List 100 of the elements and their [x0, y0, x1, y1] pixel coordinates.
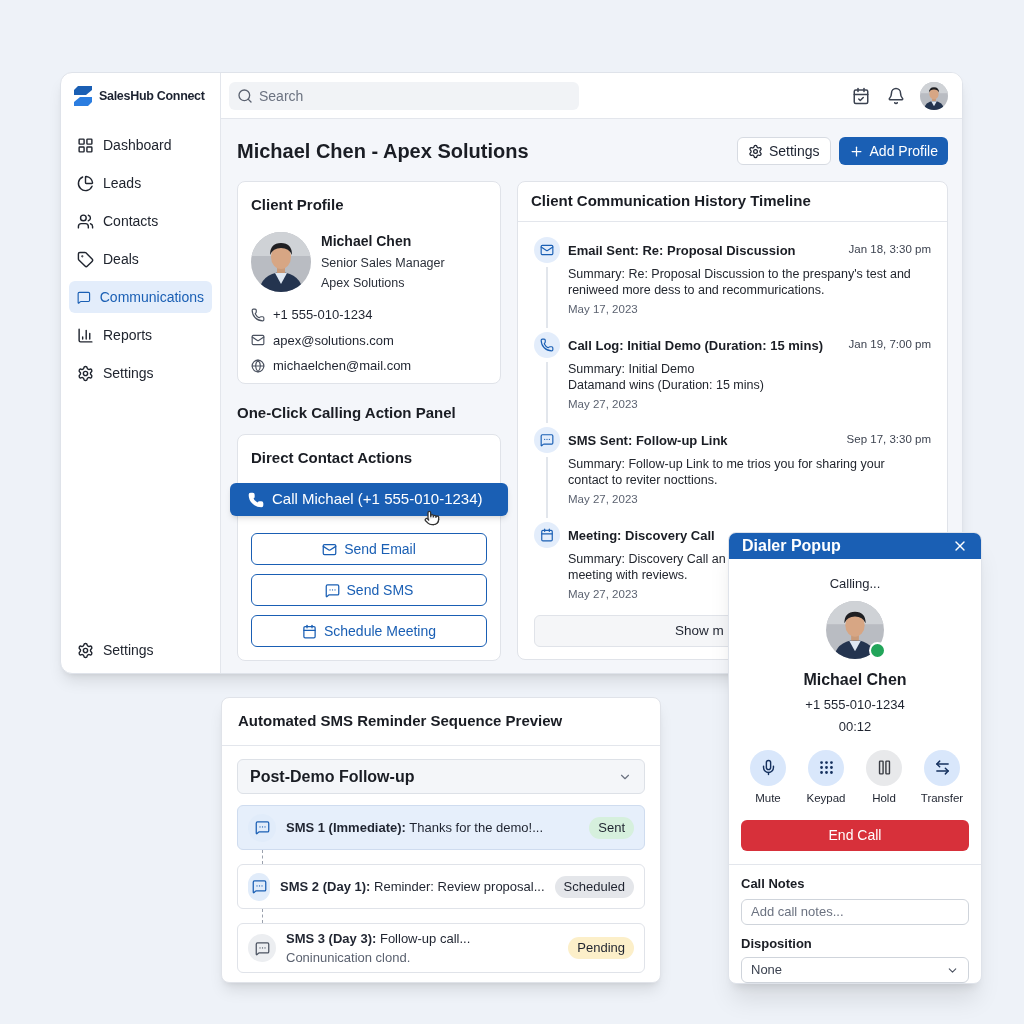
sidebar-item[interactable]: Communications: [69, 281, 212, 313]
call-control-button[interactable]: [808, 749, 844, 786]
timeline-title: Meeting: Discovery Call: [568, 527, 715, 545]
sidebar-item[interactable]: Settings: [69, 357, 212, 389]
add-profile-button[interactable]: Add Profile: [838, 137, 948, 165]
sms-step-row[interactable]: SMS 1 (Immediate): Thanks for the demo!... Sent: [237, 805, 645, 850]
action-button[interactable]: Send Email: [251, 533, 487, 565]
sidebar-item[interactable]: Leads: [69, 167, 212, 199]
timeline-time: Sep 17, 3:30 pm: [846, 432, 931, 447]
chat-icon: [254, 820, 270, 835]
logo-icon: [72, 84, 94, 108]
calendar-icon[interactable]: [852, 86, 870, 105]
chat-icon: [251, 879, 267, 894]
call-timer: 00:12: [838, 718, 872, 737]
action-button[interactable]: Schedule Meeting: [251, 615, 487, 647]
sms-step-subtext: Coninunication clond.: [286, 949, 412, 967]
keypad-icon: [817, 759, 835, 777]
control-label: Hold: [872, 790, 896, 806]
timeline-title: Email Sent: Re: Proposal Discussion: [568, 242, 796, 260]
search-field[interactable]: Search: [229, 81, 579, 110]
timeline-title: Call Log: Initial Demo (Duration: 15 mins): [568, 337, 823, 355]
contact-detail: +1 555-010-1234: [273, 306, 373, 324]
action-button[interactable]: Send SMS: [251, 574, 487, 606]
contact-role: Senior Sales Manager: [321, 254, 445, 272]
phone-icon: [251, 307, 265, 322]
contact-detail: apex@solutions.com: [273, 331, 394, 350]
timeline-summary: Summary: Follow-up Link to me trios you for sharing your contact to reviter nocttions.: [568, 455, 885, 488]
sms-step-text: SMS 3 (Day 3): Follow-up call...: [286, 929, 472, 948]
disposition-select[interactable]: None: [741, 957, 969, 983]
users-icon: [77, 212, 94, 230]
call-control-button[interactable]: [866, 749, 902, 786]
cursor-icon: [424, 509, 440, 527]
notification-icon[interactable]: [887, 86, 905, 105]
calendar-icon: [301, 623, 317, 639]
search-icon: [237, 87, 253, 104]
plus-icon: [848, 143, 864, 159]
mail-icon: [251, 333, 265, 348]
field-label: Disposition: [741, 934, 813, 953]
settings-icon: [77, 641, 94, 659]
dialer-title: Dialer Popup: [742, 536, 841, 557]
chat-icon: [324, 582, 340, 598]
timeline-summary: Summary: Re: Proposal Discussion to the prespany's test and reniweed more dess to and recommurications.: [568, 265, 911, 298]
call-control-button[interactable]: [924, 749, 960, 786]
timeline-date: May 27, 2023: [568, 491, 639, 507]
call-status: Calling...: [829, 575, 881, 594]
timeline-title: SMS Sent: Follow-up Link: [568, 432, 728, 450]
contact-company: Apex Solutions: [321, 275, 406, 293]
sidebar-item[interactable]: Settings: [69, 634, 212, 666]
phone-icon: [540, 338, 554, 352]
caller-phone: +1 555-010-1234: [805, 695, 905, 714]
sidebar-item[interactable]: Reports: [69, 319, 212, 351]
sidebar-item[interactable]: Dashboard: [69, 129, 212, 161]
sms-step-row[interactable]: SMS 3 (Day 3): Follow-up call... Coninunication clond. Pending: [237, 923, 645, 973]
sms-step-text: SMS 2 (Day 1): Reminder: Review proposal...: [280, 877, 545, 896]
dashboard-icon: [77, 136, 94, 154]
timeline-time: Jan 18, 3:30 pm: [848, 242, 931, 257]
control-label: Transfer: [920, 790, 964, 806]
sms-step-row[interactable]: SMS 2 (Day 1): Reminder: Review proposal... Scheduled: [237, 864, 645, 909]
section-title: One-Click Calling Action Panel: [237, 403, 457, 423]
transfer-icon: [933, 759, 951, 777]
settings-button[interactable]: Settings: [736, 137, 831, 165]
field-label: Call Notes: [741, 875, 806, 893]
card-title: Client Profile: [251, 195, 345, 215]
calendar-icon: [540, 528, 554, 542]
contact-detail: michaelchen@mail.com: [273, 357, 412, 375]
card-title: Direct Contact Actions: [251, 447, 414, 468]
timeline-date: May 27, 2023: [568, 396, 639, 412]
sidebar-item[interactable]: Deals: [69, 243, 212, 275]
caller-name: Michael Chen: [803, 669, 907, 690]
app-name: SalesHub Connect: [99, 87, 205, 105]
settings-icon: [77, 364, 94, 382]
sequence-dropdown[interactable]: Post-Demo Follow-up: [237, 759, 645, 794]
control-label: Mute: [755, 790, 781, 806]
mail-icon: [540, 243, 554, 257]
sms-step-text: SMS 1 (Immediate): Thanks for the demo!...: [286, 818, 544, 837]
card-title: Automated SMS Reminder Sequence Preview: [238, 711, 563, 732]
chat-icon: [540, 433, 554, 447]
call-notes-field[interactable]: Add call notes...: [741, 898, 969, 925]
card-title: Client Communication History Timeline: [531, 191, 811, 212]
sidebar-item[interactable]: Contacts: [69, 205, 212, 237]
bar-chart-icon: [77, 326, 94, 344]
end-call-button[interactable]: End Call: [741, 820, 969, 851]
globe-icon: [251, 358, 265, 373]
status-badge: Sent: [589, 816, 634, 839]
pie-chart-icon: [77, 174, 94, 192]
chat-icon: [254, 940, 270, 956]
timeline-date: May 17, 2023: [568, 301, 639, 317]
call-control-button[interactable]: [750, 749, 786, 786]
tag-icon: [77, 250, 94, 268]
status-badge: Scheduled: [554, 875, 634, 898]
mail-icon: [322, 541, 338, 557]
timeline-summary: Summary: Initial Demo Datamand wins (Duration: 15 mins): [568, 360, 764, 393]
status-badge: Pending: [568, 937, 634, 959]
timeline-time: Jan 19, 7:00 pm: [848, 337, 931, 352]
control-label: Keypad: [806, 790, 846, 806]
page-title: Michael Chen - Apex Solutions: [237, 139, 529, 164]
contact-name: Michael Chen: [321, 231, 413, 251]
phone-icon: [248, 491, 264, 508]
timeline-summary: Summary: Discovery Call an meeting with reviews.: [568, 550, 726, 583]
settings-icon: [747, 143, 763, 159]
